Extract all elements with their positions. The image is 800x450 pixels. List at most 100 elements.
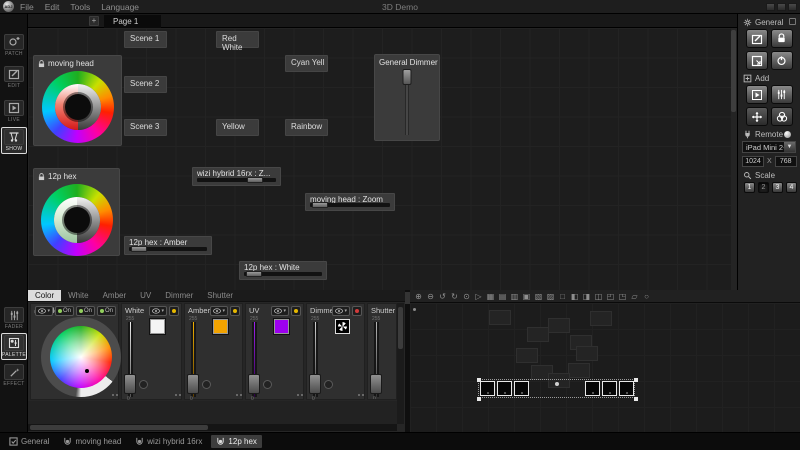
ltp-button[interactable] [230,306,240,316]
tab-dimmer[interactable]: Dimmer [158,290,200,301]
tab-color[interactable]: Color [28,290,61,301]
fixture-square[interactable] [516,348,538,363]
scene-button[interactable]: Rainbow [285,119,328,136]
on-toggle-1[interactable]: On [55,306,74,316]
maximize-button[interactable] [777,3,786,11]
sidebar-item-patch[interactable]: PATCH [2,33,26,58]
statusbar-item-general[interactable]: General [4,435,54,448]
statusbar-item-12p-hex[interactable]: 12p hex [211,435,261,448]
lock-button[interactable] [771,29,793,48]
visibility-button[interactable]: ▾ [149,306,167,316]
align-bottom-icon[interactable]: ▣ [521,291,532,302]
sidebar-item-live[interactable]: LIVE [2,99,26,124]
add-pantilt-button[interactable] [746,107,768,126]
grid-view-icon[interactable]: ▦ [485,291,496,302]
tab-uv[interactable]: UV [133,290,158,301]
scene-button[interactable]: Yellow [216,119,259,136]
remote-toggle[interactable] [784,131,791,138]
zoom-out-icon[interactable]: ⊖ [425,291,436,302]
sidebar-item-effect[interactable]: EFFECT [2,363,26,388]
visibility-button[interactable]: ▾ [35,306,53,316]
add-fader-button[interactable] [771,85,793,104]
remote-device-select[interactable]: iPad Mini 2-4 ▼ [742,141,796,153]
fader-handle[interactable] [309,374,321,394]
scrollbar-thumb[interactable] [398,307,403,349]
widget-general-dimmer[interactable]: General Dimmer [374,54,440,141]
fader-value-bubble[interactable] [139,380,148,389]
add-page-button[interactable]: + [89,16,99,26]
orbit-icon[interactable]: ○ [641,291,652,302]
split-left-icon[interactable]: ◧ [569,291,580,302]
widget-12p-hex-colorwheel[interactable]: 12p hex [33,168,120,256]
rotate-ccw-icon[interactable]: ↺ [437,291,448,302]
resize-grip-icon[interactable] [297,394,299,396]
selection-center-dot[interactable] [555,382,559,386]
uv-swatch[interactable] [274,319,289,334]
menu-file[interactable]: File [20,2,34,12]
resize-button[interactable] [746,51,768,70]
align-middle-icon[interactable]: ▥ [509,291,520,302]
visibility-button[interactable]: ▾ [332,306,350,316]
fader-value-bubble[interactable] [263,380,272,389]
canvas-scrollbar-thumb[interactable] [731,30,736,112]
page-tab[interactable]: Page 1 [104,15,161,28]
slider-handle[interactable] [247,177,263,183]
zoom-in-icon[interactable]: ⊕ [413,291,424,302]
slider-handle[interactable] [131,246,147,252]
channel-slider-widget[interactable]: moving head : Zoom [305,193,395,211]
ltp-button[interactable] [352,306,362,316]
resize-grip-icon[interactable] [112,394,114,396]
pin-icon[interactable] [789,18,796,25]
slider-handle[interactable] [312,202,328,208]
scene-button[interactable]: Scene 2 [124,76,167,93]
selected-fixture-square[interactable] [514,381,529,396]
pattern-b-icon[interactable]: ▨ [545,291,556,302]
fader-handle[interactable] [124,374,136,394]
channel-slider-widget[interactable]: 12p hex : White [239,261,327,280]
split-right-icon[interactable]: ◨ [581,291,592,302]
edit-scene-button[interactable] [746,29,768,48]
selected-fixture-square[interactable] [585,381,600,396]
split-view-icon[interactable]: ◫ [593,291,604,302]
selection-handle[interactable] [634,397,638,401]
scale-button-3[interactable]: 3 [772,182,783,193]
fixture-square[interactable] [590,311,612,326]
align-top-icon[interactable]: ▤ [497,291,508,302]
selected-fixture-square[interactable] [619,381,634,396]
fixture-square[interactable] [568,363,590,378]
resolution-height-input[interactable] [775,156,797,167]
slider-track[interactable] [129,247,207,251]
amber-swatch[interactable] [213,319,228,334]
palette-vertical-scrollbar[interactable] [397,303,404,424]
scene-button[interactable]: Cyan Yell [285,55,328,72]
fader-value-bubble[interactable] [202,380,211,389]
sidebar-item-show[interactable]: SHOW [2,128,26,153]
channel-slider-widget[interactable]: 12p hex : Amber [124,236,212,255]
on-toggle-2[interactable]: On [76,306,95,316]
hsv-color-wheel[interactable] [41,317,121,397]
resize-grip-icon[interactable] [175,394,177,396]
dimmer-wheel-icon[interactable] [335,319,350,334]
scale-button-2[interactable]: 2 [758,182,769,193]
scene-button[interactable]: Red White [216,31,259,48]
palette-horizontal-scrollbar[interactable] [28,424,397,431]
tab-amber[interactable]: Amber [96,290,134,301]
visibility-button[interactable]: ▾ [271,306,289,316]
scale-button-1[interactable]: 1 [744,182,755,193]
fixture-square[interactable] [548,318,570,333]
scrollbar-thumb[interactable] [30,425,208,430]
stage-view[interactable] [410,303,800,432]
show-canvas[interactable]: moving head 12p hex [28,28,737,290]
sidebar-item-palette[interactable]: PALETTE [2,334,26,359]
selected-fixture-square[interactable] [480,381,495,396]
widget-moving-head-colorwheel[interactable]: moving head [33,55,122,146]
power-button[interactable] [771,51,793,70]
statusbar-item-moving-head[interactable]: moving head [58,435,126,448]
rotate-cw-icon[interactable]: ↻ [449,291,460,302]
on-toggle-3[interactable]: On [97,306,116,316]
corner-tl-icon[interactable]: ◰ [605,291,616,302]
center-view-icon[interactable]: ⊙ [461,291,472,302]
ltp-button[interactable] [291,306,301,316]
slider-track[interactable] [310,203,390,207]
channel-slider-widget[interactable]: wizi hybrid 16rx : Z... [192,167,281,186]
